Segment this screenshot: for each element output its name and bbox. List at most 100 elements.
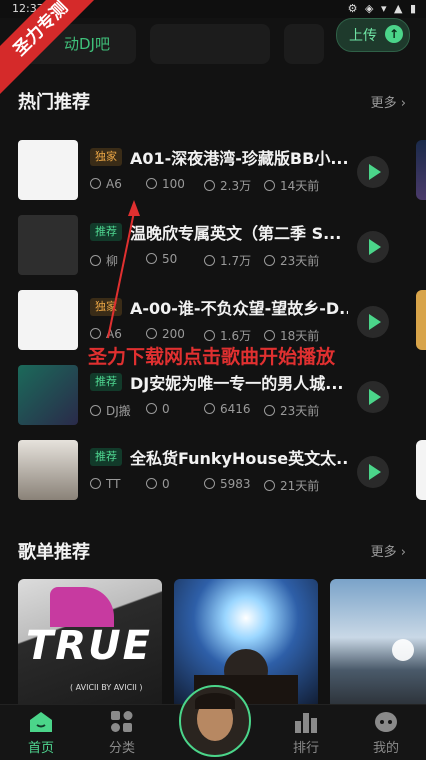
play-button[interactable] bbox=[357, 231, 389, 263]
song-author-text: A6 bbox=[106, 177, 122, 191]
song-coins-text: 100 bbox=[162, 177, 185, 191]
song-coins: 0 bbox=[146, 402, 170, 416]
song-plays-text: 1.6万 bbox=[220, 329, 252, 343]
tab-profile[interactable]: 我的 bbox=[356, 705, 416, 760]
annotation-text: 圣力下载网点击歌曲开始播放 bbox=[88, 346, 336, 368]
song-coins: 100 bbox=[146, 177, 185, 191]
song-cover bbox=[18, 440, 78, 500]
side-card[interactable] bbox=[416, 140, 426, 200]
song-cover bbox=[18, 365, 78, 425]
song-plays: 2.3万 bbox=[204, 177, 251, 194]
song-time-text: 23天前 bbox=[280, 404, 320, 418]
song-author: DJ搬 bbox=[90, 402, 131, 419]
song-coins-text: 0 bbox=[162, 402, 170, 416]
song-coins: 0 bbox=[146, 477, 170, 491]
tab-label: 我的 bbox=[372, 741, 399, 756]
song-cover bbox=[18, 290, 78, 350]
top-chip[interactable] bbox=[150, 24, 270, 64]
song-time-text: 23天前 bbox=[280, 254, 320, 268]
status-icons: ⚙ ◈ ▾ ▲ ▮ bbox=[347, 2, 418, 15]
song-cover bbox=[18, 140, 78, 200]
song-coins: 50 bbox=[146, 252, 177, 266]
side-card[interactable] bbox=[416, 365, 426, 425]
user-icon bbox=[90, 255, 101, 266]
song-time: 23天前 bbox=[264, 402, 319, 419]
upload-button[interactable]: 上传 ↑ bbox=[336, 18, 410, 52]
upload-label: 上传 bbox=[349, 28, 377, 44]
song-coins-text: 200 bbox=[162, 327, 185, 341]
playlist-play-icon[interactable] bbox=[392, 639, 414, 661]
side-card[interactable] bbox=[416, 215, 426, 275]
song-title: 温晚欣专属英文（第二季 S... bbox=[130, 224, 342, 243]
song-author: 柳 bbox=[90, 252, 118, 269]
song-author-text: A6 bbox=[106, 327, 122, 341]
hot-section-title: 热门推荐 bbox=[18, 92, 90, 113]
profile-icon bbox=[374, 711, 398, 733]
song-time: 23天前 bbox=[264, 252, 319, 269]
song-title: 全私货FunkyHouse英文太... bbox=[130, 449, 348, 468]
user-icon bbox=[90, 178, 101, 189]
song-tag: 独家 bbox=[90, 148, 122, 166]
coin-icon bbox=[146, 403, 157, 414]
song-time: 21天前 bbox=[264, 477, 319, 494]
tab-label: 排行 bbox=[292, 741, 319, 756]
side-card[interactable] bbox=[416, 290, 426, 350]
playlist-more-link[interactable]: 更多 › bbox=[371, 541, 406, 560]
tab-home[interactable]: 首页 bbox=[11, 705, 71, 760]
song-tag: 独家 bbox=[90, 298, 122, 316]
song-tag: 推荐 bbox=[90, 448, 122, 466]
category-icon bbox=[110, 711, 134, 733]
fire-icon bbox=[204, 403, 215, 414]
song-row[interactable]: 独家 A01-深夜港湾-珍藏版BB小... A6 100 2.3万 14天前 bbox=[18, 140, 426, 204]
play-button[interactable] bbox=[357, 381, 389, 413]
clock-icon bbox=[264, 405, 275, 416]
playlist-card[interactable]: TRUE ( AVICII BY AVICII ) bbox=[18, 579, 162, 709]
clock-icon bbox=[264, 180, 275, 191]
song-tag: 推荐 bbox=[90, 373, 122, 391]
song-author: A6 bbox=[90, 177, 122, 191]
play-button[interactable] bbox=[357, 156, 389, 188]
play-button[interactable] bbox=[357, 456, 389, 488]
clock-icon bbox=[264, 255, 275, 266]
song-time-text: 18天前 bbox=[280, 329, 320, 343]
song-author-text: 柳 bbox=[106, 254, 119, 268]
tab-ranking[interactable]: 排行 bbox=[276, 705, 336, 760]
now-playing-avatar[interactable] bbox=[179, 685, 251, 757]
song-row[interactable]: 推荐 DJ安妮为唯一专一的男人城... DJ搬 0 6416 23天前 bbox=[18, 365, 426, 429]
song-plays: 6416 bbox=[204, 402, 251, 416]
song-time-text: 14天前 bbox=[280, 179, 320, 193]
fire-icon bbox=[204, 180, 215, 191]
song-row[interactable]: 推荐 温晚欣专属英文（第二季 S... 柳 50 1.7万 23天前 bbox=[18, 215, 426, 279]
song-plays-text: 2.3万 bbox=[220, 179, 252, 193]
song-time-text: 21天前 bbox=[280, 479, 320, 493]
song-plays: 5983 bbox=[204, 477, 251, 491]
coin-icon bbox=[146, 253, 157, 264]
hot-more-link[interactable]: 更多 › bbox=[371, 92, 406, 111]
song-plays: 1.7万 bbox=[204, 252, 251, 269]
song-plays-text: 1.7万 bbox=[220, 254, 252, 268]
song-time: 14天前 bbox=[264, 177, 319, 194]
top-chip[interactable] bbox=[284, 24, 324, 64]
tab-category[interactable]: 分类 bbox=[92, 705, 152, 760]
song-plays-text: 6416 bbox=[220, 402, 251, 416]
upload-icon: ↑ bbox=[385, 25, 403, 43]
clock-icon bbox=[264, 330, 275, 341]
song-author-text: TT bbox=[106, 477, 121, 491]
playlist-cover-text: TRUE bbox=[26, 623, 152, 669]
user-icon bbox=[90, 328, 101, 339]
side-card[interactable] bbox=[416, 440, 426, 500]
song-tag: 推荐 bbox=[90, 223, 122, 241]
song-row[interactable]: 推荐 全私货FunkyHouse英文太... TT 0 5983 21天前 bbox=[18, 440, 426, 504]
user-icon bbox=[90, 478, 101, 489]
song-coins: 200 bbox=[146, 327, 185, 341]
song-title: DJ安妮为唯一专一的男人城... bbox=[130, 374, 344, 393]
song-cover bbox=[18, 215, 78, 275]
clock-icon bbox=[264, 480, 275, 491]
play-button[interactable] bbox=[357, 306, 389, 338]
song-author-text: DJ搬 bbox=[106, 404, 131, 418]
playlist-card[interactable] bbox=[330, 579, 426, 709]
playlist-cover-subtext: ( AVICII BY AVICII ) bbox=[70, 683, 143, 692]
tab-label: 分类 bbox=[108, 741, 135, 756]
coin-icon bbox=[146, 178, 157, 189]
song-author: A6 bbox=[90, 327, 122, 341]
